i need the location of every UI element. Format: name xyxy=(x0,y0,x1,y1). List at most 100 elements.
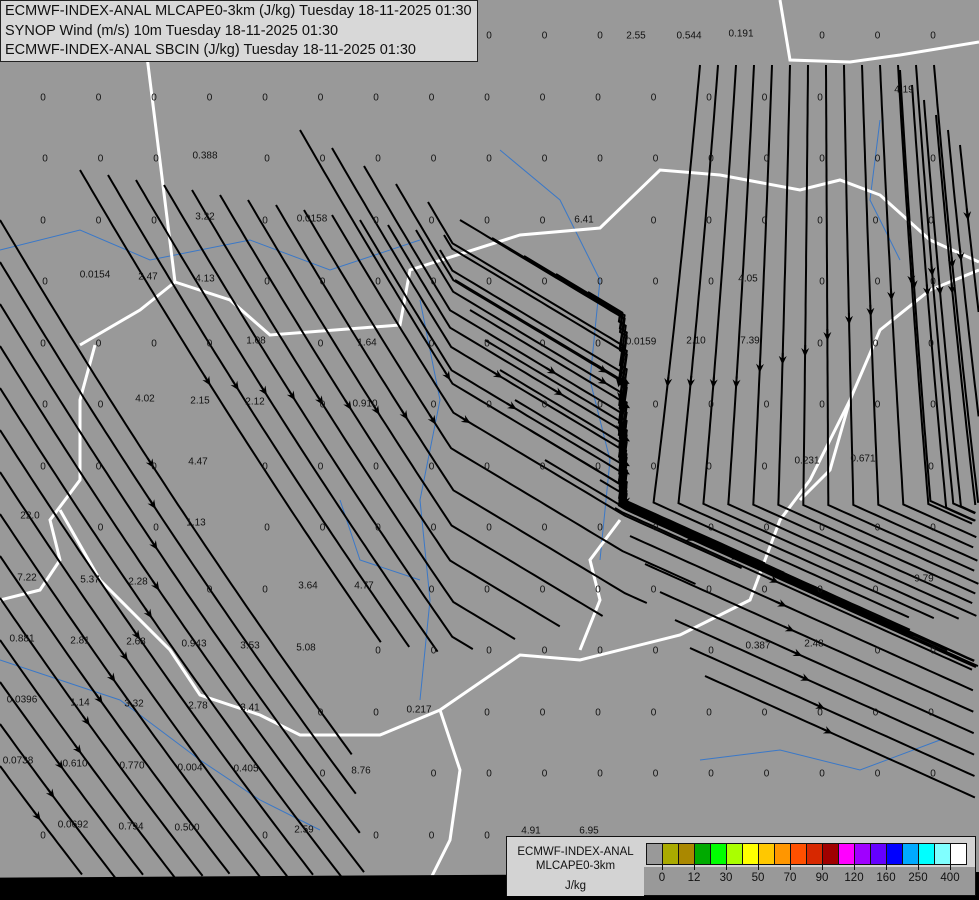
cape-value-label: 0 xyxy=(40,92,46,103)
header-line-sbcin: ECMWF-INDEX-ANAL SBCIN (J/kg) Tuesday 18… xyxy=(5,42,416,58)
cape-value-label: 0.910 xyxy=(352,398,378,410)
streamline-arrow xyxy=(72,743,82,754)
cape-value-label: 0 xyxy=(486,645,492,657)
cape-value-label: 4.05 xyxy=(738,273,758,285)
streamline-arrow xyxy=(907,272,916,285)
cape-value-label: 4.19 xyxy=(894,84,914,96)
streamline-arrow xyxy=(798,673,810,681)
streamline-arrow xyxy=(927,264,936,277)
streamline xyxy=(107,174,411,648)
cape-value-label: 0.943 xyxy=(181,638,207,650)
cape-value-label: 0 xyxy=(708,768,714,780)
legend-swatch xyxy=(951,844,966,864)
legend-tick xyxy=(886,864,887,870)
cape-value-label: 1.14 xyxy=(70,697,90,709)
country-borders xyxy=(0,0,979,881)
cape-value-label: 2.78 xyxy=(188,700,208,712)
cape-value-label: 4.77 xyxy=(354,580,374,592)
cape-value-label: 0 xyxy=(872,338,879,349)
streamline-arrow xyxy=(45,787,55,799)
cape-value-label: 0 xyxy=(708,522,714,534)
cape-value-label: 0 xyxy=(428,830,435,841)
cape-value-label: 0 xyxy=(375,153,381,165)
streamline-arrow xyxy=(552,387,564,396)
cape-value-label: 0 xyxy=(317,461,324,472)
cape-value-label: 0 xyxy=(874,522,881,534)
legend-tick-label: 12 xyxy=(687,872,701,884)
color-legend: ECMWF-INDEX-ANAL MLCAPE0-3km J/kg 0 12 30 5… xyxy=(506,836,976,896)
streamline-arrow xyxy=(617,389,626,402)
legend-swatch xyxy=(791,844,807,864)
streamline-arrow xyxy=(106,671,116,683)
legend-swatch xyxy=(935,844,951,864)
streamline-arrow xyxy=(143,607,153,619)
legend-subtitle: MLCAPE0-3km xyxy=(535,860,616,872)
cape-value-label: 0 xyxy=(595,461,601,472)
cape-value-label: 5.08 xyxy=(296,642,316,654)
cape-value-label: 0 xyxy=(874,30,881,42)
cape-value-label: 0 xyxy=(541,153,548,165)
cape-value-label: 0.0738 xyxy=(2,755,34,767)
streamline xyxy=(219,194,561,628)
cape-value-label: 3.64 xyxy=(298,580,318,592)
cape-value-label: 0 xyxy=(151,461,157,472)
cape-value-label: 0 xyxy=(484,92,490,103)
streamline xyxy=(484,339,911,631)
cape-value-label: 4.91 xyxy=(521,825,541,837)
cape-value-label: 0 xyxy=(206,584,213,595)
cape-value-label: 0 xyxy=(650,461,657,472)
legend-tick-label: 400 xyxy=(940,872,960,884)
cape-value-label: 0.405 xyxy=(233,763,259,775)
cape-value-label: 0 xyxy=(817,707,823,718)
cape-value-label: 0 xyxy=(430,153,437,165)
wind-streamlines xyxy=(0,64,979,881)
cape-value-label: 0 xyxy=(206,92,213,103)
legend-swatch xyxy=(871,844,887,864)
cape-value-label: 0 xyxy=(597,522,603,534)
cape-value-label: 0 xyxy=(597,276,603,288)
cape-value-label: 0 xyxy=(541,30,548,42)
cape-value-label: 0 xyxy=(262,215,268,226)
cape-value-label: 0 xyxy=(262,461,268,472)
cape-value-label: 0 xyxy=(319,522,326,534)
cape-value-label: 0 xyxy=(595,707,601,718)
cape-value-label: 0 xyxy=(262,584,268,595)
cape-value-label: 0 xyxy=(97,153,104,165)
legend-swatch xyxy=(759,844,775,864)
cape-value-label: 0 xyxy=(761,92,768,103)
streamline xyxy=(79,169,382,643)
cape-value-label: 4.13 xyxy=(195,273,215,285)
cape-value-label: 0.387 xyxy=(745,640,771,652)
cape-value-label: 0 xyxy=(97,399,104,411)
streamline-arrow xyxy=(767,575,779,583)
streamline-arrow xyxy=(596,376,608,385)
cape-value-label: 0 xyxy=(373,830,379,841)
cape-value-label: 0 xyxy=(708,153,714,165)
streamline-arrow xyxy=(343,399,352,410)
cape-value-label: 0 xyxy=(541,522,548,534)
streamline xyxy=(163,184,474,650)
cape-value-label: 0 xyxy=(373,707,379,718)
cape-value-label: 0 xyxy=(930,30,936,42)
cape-value-label: 2.12 xyxy=(245,396,265,408)
cape-value-label: 0.0154 xyxy=(79,269,111,281)
cape-value-label: 0 xyxy=(541,276,548,288)
cape-value-label: 0 xyxy=(486,768,492,780)
cape-value-label: 0 xyxy=(872,215,879,226)
cape-value-label: 0 xyxy=(597,153,603,165)
cape-value-label: 2.81 xyxy=(70,635,90,647)
legend-swatch xyxy=(839,844,855,864)
legend-swatch xyxy=(743,844,759,864)
legend-swatch xyxy=(855,844,871,864)
streamline-arrow xyxy=(131,629,141,640)
streamline-arrow xyxy=(821,726,833,734)
cape-value-label: 0 xyxy=(706,707,712,718)
cape-value-label: 0 xyxy=(486,153,492,165)
streamline xyxy=(0,387,345,881)
cape-value-label: 0 xyxy=(874,399,881,411)
cape-value-label: 0 xyxy=(539,215,546,226)
cape-value-label: 0 xyxy=(264,522,270,534)
cape-value-label: 0 xyxy=(486,30,492,42)
legend-unit: J/kg xyxy=(564,880,587,892)
cape-value-label: 0.794 xyxy=(118,821,144,833)
